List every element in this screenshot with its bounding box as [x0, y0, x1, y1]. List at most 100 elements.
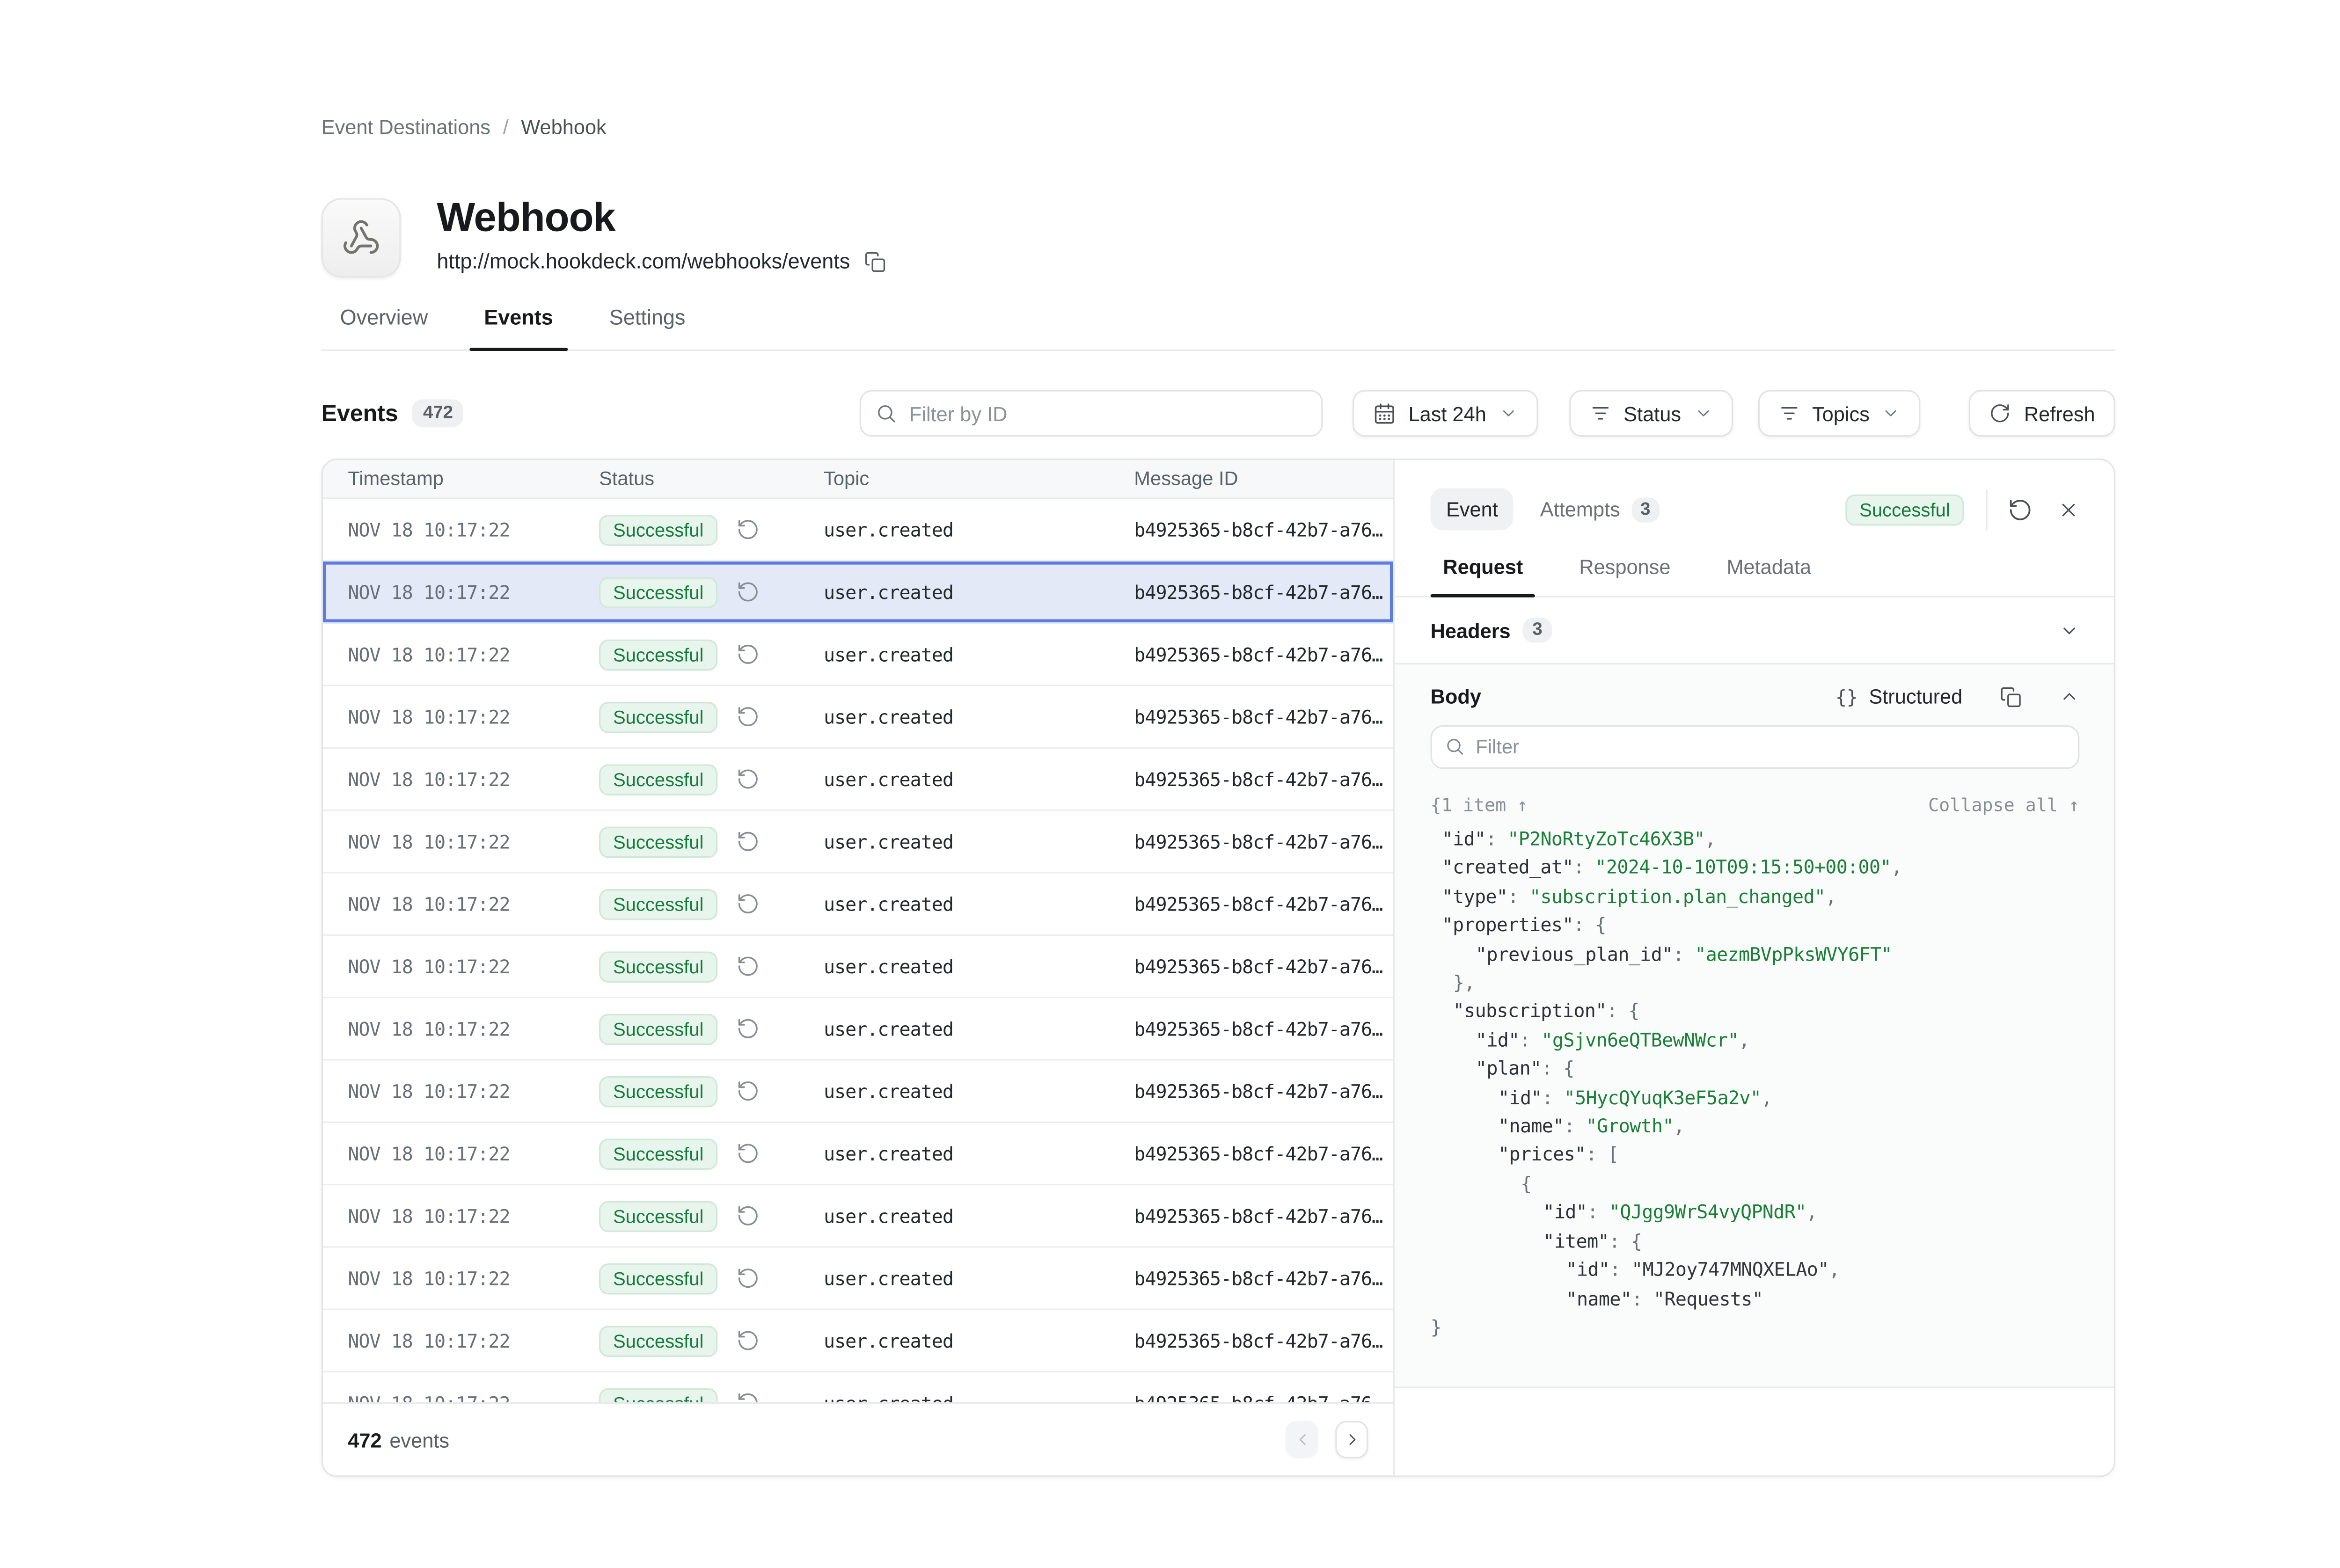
json-line: "previous_plan_id": "aezmBVpPksWVY6FT" — [1431, 940, 2080, 969]
row-topic: user.created — [799, 581, 1109, 603]
table-row[interactable]: NOV 18 10:17:22Successfuluser.createdb49… — [323, 874, 1393, 936]
table-row[interactable]: NOV 18 10:17:22Successfuluser.createdb49… — [323, 1061, 1393, 1123]
status-filter-label: Status — [1623, 401, 1681, 425]
breadcrumb-parent-link[interactable]: Event Destinations — [322, 116, 490, 139]
json-code: "id": "P2NoRtyZoTc46X3B","created_at": "… — [1431, 825, 2080, 1342]
json-line: "id": "gSjvn6eQTBewNWcr", — [1431, 1026, 2080, 1055]
retry-icon[interactable] — [736, 830, 760, 853]
date-range-button[interactable]: Last 24h — [1353, 390, 1538, 437]
table-row[interactable]: NOV 18 10:17:22Successfuluser.createdb49… — [323, 1185, 1393, 1247]
retry-icon[interactable] — [736, 1079, 760, 1103]
tab-settings[interactable]: Settings — [595, 306, 700, 349]
retry-icon[interactable] — [736, 1017, 760, 1040]
page-header: Webhook http://mock.hookdeck.com/webhook… — [322, 198, 886, 277]
row-status: Successful — [574, 888, 799, 919]
row-status: Successful — [574, 951, 799, 982]
json-line: { — [1431, 1170, 2080, 1198]
row-message-id: b4925365-b8cf-42b7-a76… — [1109, 1330, 1393, 1352]
search-icon — [875, 402, 897, 424]
col-topic: Topic — [799, 468, 1109, 490]
table-row[interactable]: NOV 18 10:17:22Successfuluser.createdb49… — [323, 624, 1393, 686]
table-row[interactable]: NOV 18 10:17:22Successfuluser.createdb49… — [323, 1123, 1393, 1185]
close-icon[interactable] — [2058, 498, 2080, 520]
row-timestamp: NOV 18 10:17:22 — [323, 1330, 574, 1352]
row-topic: user.created — [799, 643, 1109, 665]
refresh-button[interactable]: Refresh — [1969, 390, 2115, 437]
row-message-id: b4925365-b8cf-42b7-a76… — [1109, 581, 1393, 603]
copy-url-button[interactable] — [864, 250, 886, 272]
retry-icon[interactable] — [736, 767, 760, 791]
row-message-id: b4925365-b8cf-42b7-a76… — [1109, 518, 1393, 540]
subtab-metadata[interactable]: Metadata — [1714, 551, 1824, 596]
table-row[interactable]: NOV 18 10:17:22Successfuluser.createdb49… — [323, 1248, 1393, 1310]
row-message-id: b4925365-b8cf-42b7-a76… — [1109, 1267, 1393, 1289]
retry-icon[interactable] — [736, 705, 760, 729]
subtab-request[interactable]: Request — [1431, 551, 1536, 596]
status-badge: Successful — [599, 888, 717, 919]
table-row[interactable]: NOV 18 10:17:22Successfuluser.createdb49… — [323, 686, 1393, 749]
json-line: "prices": [ — [1431, 1141, 2080, 1169]
table-row[interactable]: NOV 18 10:17:22Successfuluser.createdb49… — [323, 749, 1393, 811]
row-status: Successful — [574, 701, 799, 732]
row-status: Successful — [574, 1200, 799, 1232]
body-section: Body {} Structured — [1395, 664, 2114, 1386]
table-row[interactable]: NOV 18 10:17:22Successfuluser.createdb49… — [323, 998, 1393, 1060]
table-row[interactable]: NOV 18 10:17:22Successfuluser.createdb49… — [323, 499, 1393, 562]
table-row[interactable]: NOV 18 10:17:22Successfuluser.createdb49… — [323, 936, 1393, 998]
json-line: "type": "subscription.plan_changed", — [1431, 882, 2080, 911]
table-footer: 472 events — [323, 1402, 1393, 1476]
table-row[interactable]: NOV 18 10:17:22Successfuluser.createdb49… — [323, 811, 1393, 873]
table-row[interactable]: NOV 18 10:17:22Successfuluser.createdb49… — [323, 1310, 1393, 1372]
retry-icon[interactable] — [736, 1204, 760, 1227]
retry-icon[interactable] — [736, 1142, 760, 1165]
topics-filter-button[interactable]: Topics — [1757, 390, 1921, 437]
json-line: "properties": { — [1431, 911, 2080, 940]
retry-icon[interactable] — [736, 580, 760, 604]
retry-icon[interactable] — [736, 892, 760, 916]
tab-events[interactable]: Events — [470, 306, 567, 349]
retry-icon[interactable] — [736, 1267, 760, 1290]
next-page-button[interactable] — [1335, 1421, 1368, 1459]
copy-body-button[interactable] — [2000, 686, 2022, 707]
retry-icon[interactable] — [736, 955, 760, 978]
retry-icon[interactable] — [736, 518, 760, 541]
row-topic: user.created — [799, 1080, 1109, 1102]
retry-icon[interactable] — [736, 642, 760, 666]
status-filter-button[interactable]: Status — [1569, 390, 1733, 437]
row-topic: user.created — [799, 955, 1109, 977]
json-line: "subscription": { — [1431, 997, 2080, 1026]
headers-section[interactable]: Headers 3 — [1395, 598, 2114, 664]
braces-icon: {} — [1835, 686, 1858, 707]
status-badge: Successful — [599, 1075, 717, 1107]
status-badge: Successful — [599, 826, 717, 857]
footer-event-label: events — [389, 1428, 449, 1451]
json-items-meta[interactable]: {1 item ↑ — [1431, 794, 1528, 816]
tab-overview[interactable]: Overview — [326, 306, 442, 349]
row-timestamp: NOV 18 10:17:22 — [323, 768, 574, 790]
detail-tab-event[interactable]: Event — [1431, 488, 1514, 530]
events-toolbar: Events 472 Last 24h — [322, 390, 2115, 437]
body-filter-input[interactable] — [1431, 725, 2080, 769]
json-line: }, — [1431, 969, 2080, 997]
row-status: Successful — [574, 1325, 799, 1357]
chevron-down-icon[interactable] — [2059, 620, 2079, 640]
row-message-id: b4925365-b8cf-42b7-a76… — [1109, 1080, 1393, 1102]
collapse-all-button[interactable]: Collapse all ↑ — [1928, 794, 2079, 816]
subtab-response[interactable]: Response — [1567, 551, 1683, 596]
body-view-mode[interactable]: Structured — [1869, 685, 1962, 708]
retry-icon[interactable] — [736, 1329, 760, 1352]
row-status: Successful — [574, 639, 799, 670]
retry-event-button[interactable] — [2008, 497, 2033, 522]
status-badge: Successful — [599, 1200, 717, 1232]
detail-tab-attempts[interactable]: Attempts 3 — [1540, 497, 1660, 522]
event-rows: NOV 18 10:17:22Successfuluser.createdb49… — [323, 499, 1393, 1435]
collapse-body-button[interactable] — [2059, 686, 2079, 707]
row-message-id: b4925365-b8cf-42b7-a76… — [1109, 831, 1393, 853]
previous-page-button[interactable] — [1286, 1421, 1318, 1459]
detail-header: Event Attempts 3 Successful — [1395, 460, 2114, 550]
search-input[interactable] — [859, 390, 1323, 437]
topics-filter-label: Topics — [1812, 401, 1870, 425]
table-row[interactable]: NOV 18 10:17:22Successfuluser.createdb49… — [323, 562, 1393, 624]
chevron-down-icon — [1882, 404, 1901, 423]
json-line: "id": "P2NoRtyZoTc46X3B", — [1431, 825, 2080, 853]
